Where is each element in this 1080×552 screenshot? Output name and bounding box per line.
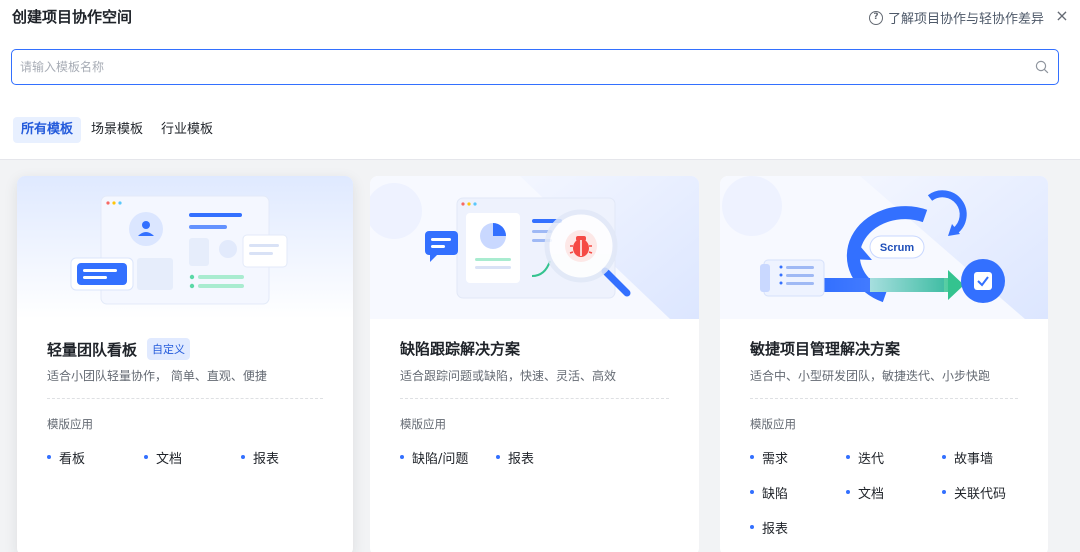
bullet-icon xyxy=(496,455,500,459)
bullet-icon xyxy=(750,455,754,459)
app-item: 报表 xyxy=(241,449,338,467)
close-button[interactable]: × xyxy=(1054,6,1070,26)
bullet-icon xyxy=(942,455,946,459)
template-card-light-kanban[interactable]: 轻量团队看板 自定义 适合小团队轻量协作， 简单、直观、便捷 模版应用 看板 文… xyxy=(17,176,353,552)
bullet-icon xyxy=(750,525,754,529)
app-label: 关联代码 xyxy=(954,486,1007,502)
bullet-icon xyxy=(47,455,51,459)
bullet-icon xyxy=(241,455,245,459)
template-search-field[interactable] xyxy=(11,49,1059,85)
app-item: 需求 xyxy=(750,449,846,467)
app-item: 关联代码 xyxy=(942,484,1038,502)
app-item: 故事墙 xyxy=(942,449,1038,467)
custom-tag: 自定义 xyxy=(147,338,191,360)
scrum-illustration: Scrum xyxy=(720,176,1048,319)
app-label: 缺陷 xyxy=(762,486,789,502)
bullet-icon xyxy=(846,455,850,459)
app-label: 需求 xyxy=(762,451,789,467)
kanban-illustration xyxy=(17,176,353,319)
template-search-input[interactable] xyxy=(20,50,1020,84)
card-description: 适合中、小型研发团队，敏捷迭代、小步快跑 xyxy=(750,369,991,383)
app-label: 报表 xyxy=(253,451,280,467)
card-title-text: 轻量团队看板 xyxy=(47,340,138,359)
app-item: 报表 xyxy=(496,449,592,467)
card-description: 适合跟踪问题或缺陷，快速、灵活、高效 xyxy=(400,369,617,383)
app-label: 看板 xyxy=(59,451,86,467)
app-label: 文档 xyxy=(156,451,183,467)
tab-industry-templates[interactable]: 行业模板 xyxy=(153,117,221,143)
apps-list: 缺陷/问题 报表 xyxy=(400,449,679,467)
card-title-text: 敏捷项目管理解决方案 xyxy=(750,340,901,358)
question-circle-icon: ? xyxy=(868,10,883,25)
app-label: 迭代 xyxy=(858,451,885,467)
search-icon[interactable] xyxy=(1035,60,1049,74)
template-card-bug-tracking[interactable]: 缺陷跟踪解决方案 适合跟踪问题或缺陷，快速、灵活、高效 模版应用 缺陷/问题 报… xyxy=(370,176,699,552)
app-label: 文档 xyxy=(858,486,885,502)
help-link-label: 了解项目协作与轻协作差异 xyxy=(887,12,1044,27)
card-divider xyxy=(47,398,323,399)
app-label: 报表 xyxy=(508,451,535,467)
app-item: 文档 xyxy=(846,484,942,502)
bullet-icon xyxy=(144,455,148,459)
apps-list: 需求 迭代 故事墙 缺陷 文档 关联代码 报表 xyxy=(750,449,1028,537)
app-item: 缺陷/问题 xyxy=(400,449,496,467)
app-item: 看板 xyxy=(47,449,144,467)
template-gallery: 轻量团队看板 自定义 适合小团队轻量协作， 简单、直观、便捷 模版应用 看板 文… xyxy=(0,159,1080,552)
apps-label: 模版应用 xyxy=(400,417,446,431)
bullet-icon xyxy=(846,490,850,494)
card-title: 轻量团队看板 自定义 xyxy=(47,338,191,360)
bullet-icon xyxy=(942,490,946,494)
template-card-agile-pm[interactable]: Scrum 敏捷项目管理解决方案 适合中、小型研发团队，敏捷迭代、小步快跑 模版… xyxy=(720,176,1048,552)
help-link[interactable]: ? 了解项目协作与轻协作差异 xyxy=(868,8,1044,27)
dialog-title: 创建项目协作空间 xyxy=(12,8,133,26)
app-label: 故事墙 xyxy=(954,451,994,467)
app-label: 报表 xyxy=(762,521,789,537)
dialog-header: 创建项目协作空间 ? 了解项目协作与轻协作差异 × xyxy=(0,0,1080,34)
card-divider xyxy=(750,398,1018,399)
app-item: 缺陷 xyxy=(750,484,846,502)
apps-list: 看板 文档 报表 xyxy=(47,449,333,467)
bullet-icon xyxy=(750,490,754,494)
app-item: 报表 xyxy=(750,519,846,537)
tab-scenario-templates[interactable]: 场景模板 xyxy=(83,117,151,143)
card-divider xyxy=(400,398,669,399)
app-item: 迭代 xyxy=(846,449,942,467)
bug-tracking-illustration xyxy=(370,176,699,319)
bullet-icon xyxy=(400,455,404,459)
card-title: 缺陷跟踪解决方案 xyxy=(400,338,520,359)
apps-label: 模版应用 xyxy=(750,417,796,431)
card-title: 敏捷项目管理解决方案 xyxy=(750,338,900,359)
template-tabs: 所有模板 场景模板 行业模板 xyxy=(13,117,221,143)
scrum-label: Scrum xyxy=(880,242,914,254)
app-label: 缺陷/问题 xyxy=(412,451,469,467)
card-title-text: 缺陷跟踪解决方案 xyxy=(400,340,521,358)
app-item: 文档 xyxy=(144,449,241,467)
apps-label: 模版应用 xyxy=(47,417,93,431)
tab-all-templates[interactable]: 所有模板 xyxy=(13,117,82,143)
card-description: 适合小团队轻量协作， 简单、直观、便捷 xyxy=(47,369,267,383)
